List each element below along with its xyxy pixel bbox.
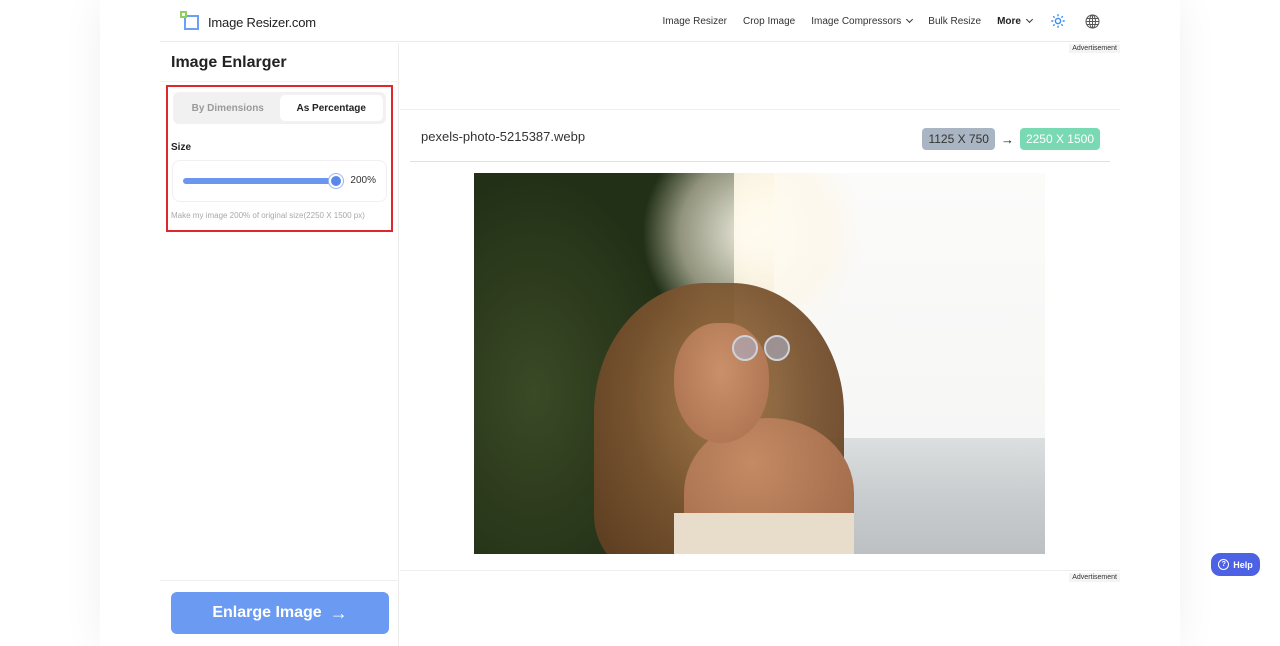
theme-toggle-button[interactable] [1050, 13, 1066, 29]
question-icon: ? [1218, 559, 1230, 570]
app-frame: Image Resizer.com Image Resizer Crop Ima… [160, 0, 1120, 646]
chevron-down-icon [906, 15, 914, 24]
divider [400, 570, 1120, 571]
size-slider-track[interactable] [183, 178, 338, 184]
size-slider-value: 200% [350, 175, 376, 186]
globe-icon [1085, 14, 1099, 28]
advertisement-label-top: Advertisement [1069, 44, 1120, 53]
file-name: pexels-photo-5215387.webp [421, 129, 586, 144]
logo-link[interactable]: Image Resizer.com [180, 11, 316, 31]
chevron-down-icon [1025, 15, 1034, 24]
preview-panel: Advertisement pexels-photo-5215387.webp … [400, 43, 1120, 646]
nav-crop-image[interactable]: Crop Image [743, 16, 795, 27]
size-hint: Make my image 200% of original size(2250… [171, 211, 365, 220]
help-label: Help [1233, 559, 1253, 570]
image-preview [474, 173, 1045, 554]
resize-mode-tabs: By Dimensions As Percentage [173, 92, 386, 124]
top-header: Image Resizer.com Image Resizer Crop Ima… [160, 0, 1120, 42]
page-title: Image Enlarger [171, 54, 287, 71]
nav-bulk-resize[interactable]: Bulk Resize [928, 16, 981, 27]
nav-label: Bulk Resize [928, 15, 982, 27]
divider [160, 580, 399, 581]
size-slider-card: 200% [172, 160, 387, 202]
logo-text: Image Resizer.com [208, 14, 316, 30]
arrow-right-icon: → [329, 602, 348, 623]
enlarge-button-label: Enlarge Image [212, 604, 322, 621]
language-button[interactable] [1084, 13, 1100, 29]
tab-by-dimensions[interactable]: By Dimensions [176, 95, 280, 121]
logo-icon [180, 11, 200, 31]
nav-label: More [997, 15, 1021, 27]
size-label: Size [171, 142, 192, 153]
divider [400, 109, 1120, 110]
highlight-box: By Dimensions As Percentage Size 200% Ma… [166, 85, 393, 232]
nav-label: Image Compressors [811, 15, 902, 27]
nav-more[interactable]: More [997, 15, 1034, 27]
nav-image-compressors[interactable]: Image Compressors [811, 15, 914, 27]
dimension-change: 1125 X 750 → 2250 X 1500 [922, 128, 1100, 150]
original-dimensions-badge: 1125 X 750 [922, 128, 995, 150]
nav-label: Image Resizer [662, 15, 727, 27]
nav-image-resizer[interactable]: Image Resizer [663, 16, 727, 27]
new-dimensions-badge: 2250 X 1500 [1019, 128, 1100, 150]
divider [410, 161, 1110, 162]
main-nav: Image Resizer Crop Image Image Compresso… [647, 0, 1100, 42]
nav-label: Crop Image [743, 15, 796, 27]
size-slider-thumb[interactable] [329, 174, 343, 188]
sun-icon [1051, 14, 1065, 28]
enlarge-image-button[interactable]: Enlarge Image → [171, 592, 389, 634]
arrow-right-icon: → [1000, 131, 1014, 147]
divider [160, 81, 399, 82]
advertisement-label-bottom: Advertisement [1069, 573, 1120, 582]
help-button[interactable]: ? Help [1211, 553, 1260, 576]
tab-as-percentage[interactable]: As Percentage [279, 95, 383, 121]
settings-panel: Image Enlarger By Dimensions As Percenta… [160, 43, 399, 646]
